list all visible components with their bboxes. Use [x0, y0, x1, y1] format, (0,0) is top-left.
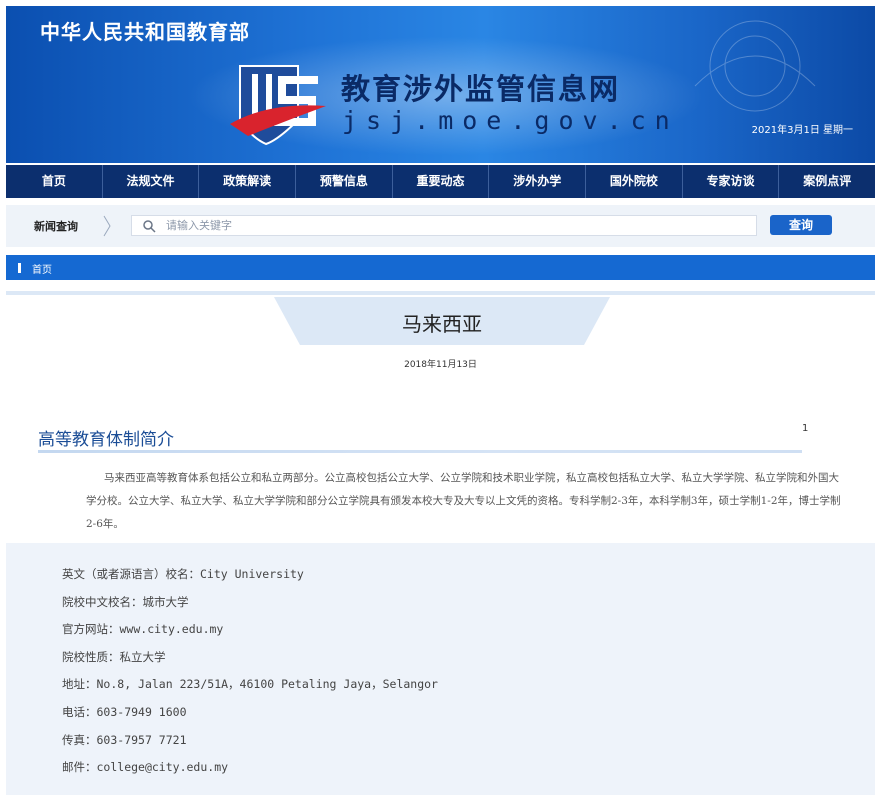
nav-item-policy-interpretation[interactable]: 政策解读 — [199, 165, 297, 198]
info-email: 邮件：college@city.edu.my — [62, 760, 229, 775]
search-label: 新闻查询 — [34, 220, 78, 233]
site-title: 教育涉外监管信息网 — [341, 72, 621, 106]
article-title: 马来西亚 — [402, 312, 482, 336]
ministry-name: 中华人民共和国教育部 — [40, 20, 250, 44]
publish-date: 2018年11月13日 — [404, 360, 477, 370]
nav-item-case-reviews[interactable]: 案例点评 — [779, 165, 875, 198]
search-input[interactable] — [166, 217, 746, 234]
search-icon — [143, 220, 156, 233]
nav-item-expert-interviews[interactable]: 专家访谈 — [683, 165, 780, 198]
nav-item-foreign-institutions[interactable]: 国外院校 — [586, 165, 683, 198]
nav-item-news[interactable]: 重要动态 — [393, 165, 490, 198]
nav-item-home[interactable]: 首页 — [6, 165, 103, 198]
school-info-box: 英文（或者源语言）校名：City University 院校中文校名：城市大学 … — [6, 543, 875, 795]
site-logo[interactable] — [228, 62, 328, 146]
article-title-tab: 马来西亚 — [274, 297, 610, 345]
current-date: 2021年3月1日 星期一 — [751, 125, 853, 136]
site-domain: jsj.moe.gov.cn — [342, 106, 679, 135]
nav-item-foreign-cooperation[interactable]: 涉外办学 — [489, 165, 587, 198]
breadcrumb-marker — [18, 263, 21, 273]
info-fax: 传真：603-7957 7721 — [62, 732, 187, 747]
main-nav: 首页 法规文件 政策解读 预警信息 重要动态 涉外办学 国外院校 专家访谈 案例… — [6, 165, 875, 198]
nav-item-warnings[interactable]: 预警信息 — [296, 165, 393, 198]
info-school-type: 院校性质：私立大学 — [62, 649, 166, 664]
section-divider — [38, 450, 802, 453]
info-english-name: 英文（或者源语言）校名：City University — [62, 567, 304, 581]
decorative-pattern — [694, 20, 816, 112]
page-number: 1 — [802, 423, 809, 434]
search-button[interactable]: 查询 — [770, 215, 832, 235]
info-website: 官方网站：www.city.edu.my — [62, 622, 224, 637]
nav-item-regulations[interactable]: 法规文件 — [103, 165, 200, 198]
info-address: 地址：No.8, Jalan 223/51A，46100 Petaling Ja… — [62, 677, 438, 692]
section-title: 高等教育体制简介 — [38, 430, 174, 450]
breadcrumb-home-link[interactable]: 首页 — [32, 261, 52, 276]
breadcrumb: 首页 — [6, 255, 875, 280]
search-field — [131, 215, 757, 236]
site-banner: 中华人民共和国教育部 教育涉外监管信息网 jsj.moe.gov.cn 2021… — [6, 6, 875, 163]
chevron-right-icon — [103, 215, 111, 237]
info-phone: 电话：603-7949 1600 — [62, 704, 187, 719]
article-content: 马来西亚 2018年11月13日 高等教育体制简介 1 马来西亚高等教育体系包括… — [6, 291, 875, 541]
info-chinese-name: 院校中文校名：城市大学 — [62, 594, 189, 609]
news-search-bar: 新闻查询 查询 — [6, 205, 875, 247]
article-paragraph: 马来西亚高等教育体系包括公立和私立两部分。公立高校包括公立大学、公立学院和技术职… — [86, 472, 841, 530]
